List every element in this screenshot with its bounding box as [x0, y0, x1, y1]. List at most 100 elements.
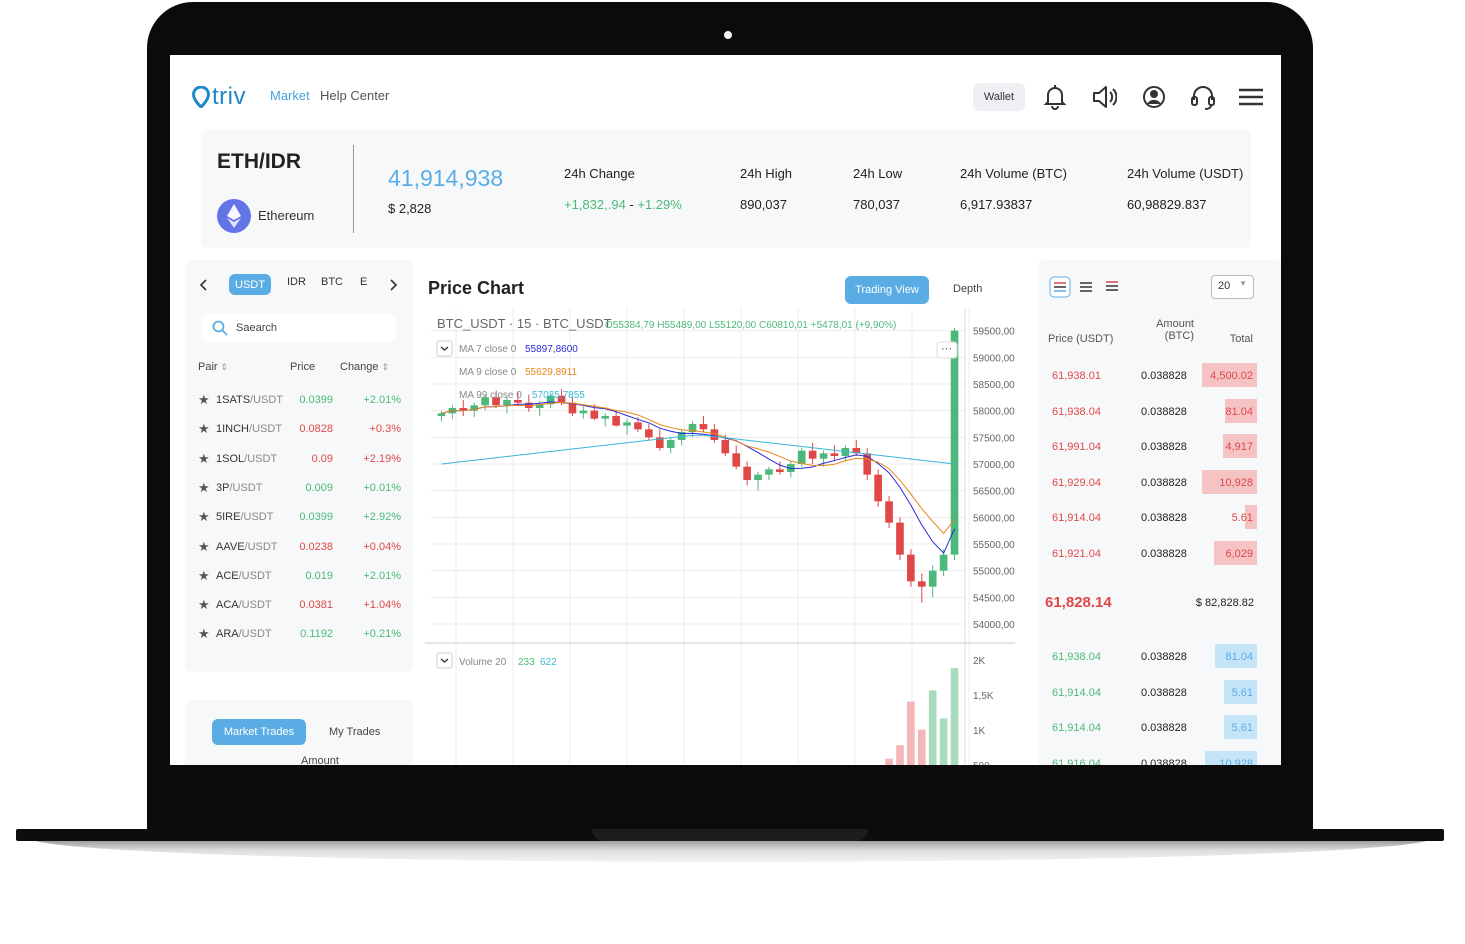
- chevron-left-icon[interactable]: [199, 278, 209, 292]
- orderbook-view-both-icon[interactable]: [1049, 276, 1071, 298]
- star-icon[interactable]: ★: [198, 597, 210, 613]
- ob-buy-row[interactable]: 61,914.04 0.038828 5.61: [1038, 715, 1281, 741]
- volume-bar: [950, 668, 959, 765]
- sort-icon: ⇕: [381, 362, 390, 372]
- market-row[interactable]: ★ ACE/USDT 0.019 +2.01%: [185, 564, 413, 593]
- depth-button[interactable]: Depth: [953, 283, 982, 295]
- depth-select[interactable]: 20 ▼: [1211, 275, 1254, 299]
- market-price: 0.09: [311, 452, 333, 465]
- market-change: +2.19%: [363, 452, 401, 465]
- candlestick-chart[interactable]: 59500,00 59000,00 58500,00 58000,00 57500,00…: [425, 308, 1025, 765]
- pair-base: 1INCH: [216, 423, 250, 436]
- market-price: 0.0238: [299, 540, 333, 553]
- coin-name: Ethereum: [258, 208, 315, 223]
- chart-title: Price Chart: [428, 278, 525, 298]
- orderbook-view-sell-icon[interactable]: [1104, 278, 1120, 296]
- market-row[interactable]: ★ 1SOL/USDT 0.09 +2.19%: [185, 447, 413, 476]
- star-icon[interactable]: ★: [198, 509, 210, 525]
- header-change[interactable]: Change ⇕: [340, 361, 389, 373]
- laptop-notch: [592, 829, 868, 841]
- ob-buy-row[interactable]: 61,914.04 0.038828 5.61: [1038, 679, 1281, 706]
- star-icon[interactable]: ★: [198, 568, 210, 584]
- market-pair: 1SATS/USDT: [216, 394, 283, 406]
- trading-view-button[interactable]: Trading View: [845, 276, 929, 304]
- market-row[interactable]: ★ ACA/USDT 0.0381 +1.04%: [185, 593, 413, 622]
- market-row[interactable]: ★ ARA/USDT 0.1192 +0.21%: [185, 622, 413, 651]
- ob-amount: 0.038828: [1141, 547, 1187, 560]
- logo[interactable]: triv: [192, 83, 246, 111]
- market-row[interactable]: ★ 3P/USDT 0.009 +0.01%: [185, 476, 413, 505]
- ob-sell-row[interactable]: 61,938.04 0.038828 81.04: [1038, 398, 1281, 425]
- price-axis-label: 56000,00: [973, 513, 1015, 524]
- bell-icon[interactable]: [1042, 83, 1068, 111]
- price-axis-label: 57500,00: [973, 433, 1015, 444]
- ob-sell-row[interactable]: 61,929.04 0.038828 10,928: [1038, 469, 1281, 496]
- market-row[interactable]: ★ 1SATS/USDT 0.0399 +2.01%: [185, 388, 413, 417]
- ma-line: [441, 401, 955, 535]
- tab-my-trades[interactable]: My Trades: [329, 726, 380, 738]
- price-axis-label: 59500,00: [973, 327, 1015, 338]
- star-icon[interactable]: ★: [198, 451, 210, 467]
- price-axis-label: 55500,00: [973, 540, 1015, 551]
- market-row[interactable]: ★ AAVE/USDT 0.0238 +0.04%: [185, 535, 413, 564]
- ob-total: 81.04: [1225, 405, 1253, 418]
- candle-body: [699, 424, 708, 430]
- market-tab-e[interactable]: E: [360, 276, 367, 288]
- market-tab-usdt[interactable]: USDT: [229, 274, 271, 295]
- candle-body: [623, 422, 631, 426]
- volume-bar: [896, 745, 904, 765]
- orderbook-view-buy-icon[interactable]: [1078, 278, 1094, 296]
- pair-base: 1SATS: [216, 394, 251, 406]
- star-icon[interactable]: ★: [198, 480, 210, 496]
- ob-price: 61,914.04: [1052, 512, 1101, 524]
- star-icon[interactable]: ★: [198, 626, 210, 642]
- price-axis-label: 58000,00: [973, 407, 1015, 418]
- trades-panel: Market Trades My Trades Amount: [185, 700, 413, 765]
- logo-pin-icon: [192, 86, 210, 108]
- ob-total: 5.61: [1231, 686, 1253, 699]
- tab-market-trades[interactable]: Market Trades: [212, 719, 306, 745]
- ob-sell-row[interactable]: 61,921.04 0.038828 6,029: [1038, 540, 1281, 567]
- market-tab-idr[interactable]: IDR: [287, 276, 306, 288]
- ob-sell-row[interactable]: 61,938.01 0.038828 4,500.02: [1038, 363, 1281, 389]
- star-icon[interactable]: ★: [198, 421, 210, 437]
- candle-body: [939, 554, 948, 571]
- price-axis-label: 59000,00: [973, 353, 1015, 364]
- user-icon[interactable]: [1141, 83, 1167, 111]
- market-change: +2.92%: [363, 511, 401, 524]
- ob-total: 5.61: [1231, 722, 1253, 734]
- star-icon[interactable]: ★: [198, 539, 210, 555]
- market-row[interactable]: ★ 5IRE/USDT 0.0399 +2.92%: [185, 505, 413, 534]
- price-axis-label: 54500,00: [973, 593, 1015, 604]
- menu-icon[interactable]: [1238, 83, 1264, 111]
- volume-collapse-button: [436, 652, 453, 669]
- search-input[interactable]: Saearch: [202, 314, 396, 342]
- ob-amount: 0.038828: [1141, 686, 1187, 699]
- speaker-icon[interactable]: [1091, 83, 1117, 111]
- divider: [353, 145, 354, 233]
- header-price[interactable]: Price: [290, 361, 315, 373]
- pair-quote: /USDT: [244, 452, 278, 465]
- header-change-label: Change: [340, 361, 379, 373]
- ob-price: 61,914.04: [1052, 686, 1101, 699]
- market-pair: AAVE/USDT: [216, 541, 278, 553]
- ob-buy-row[interactable]: 61,938.04 0.038828 81.04: [1038, 644, 1281, 670]
- market-row[interactable]: ★ 1INCH/USDT 0.0828 +0.3%: [185, 417, 413, 446]
- star-icon[interactable]: ★: [198, 392, 210, 408]
- ma-value: 55629,8911: [525, 367, 578, 378]
- nav-help-center[interactable]: Help Center: [320, 88, 389, 103]
- wallet-button[interactable]: Wallet: [973, 83, 1025, 111]
- chevron-right-icon[interactable]: [388, 278, 398, 292]
- ob-buy-row[interactable]: 61,916.04 0.038828 10,928: [1038, 750, 1281, 765]
- stat-24h-change-value: +1,832,.94 - +1.29%: [564, 197, 682, 212]
- header-pair[interactable]: Pair ⇕: [198, 361, 228, 373]
- candle-body: [590, 410, 599, 419]
- market-tab-btc[interactable]: BTC: [321, 276, 343, 288]
- depth-select-value: 20: [1218, 280, 1231, 292]
- market-price: 0.009: [305, 481, 333, 494]
- nav-market[interactable]: Market: [270, 88, 310, 103]
- ob-sell-row[interactable]: 61,991.04 0.038828 4,917: [1038, 434, 1281, 460]
- stat-24h-low-value: 780,037: [853, 197, 900, 212]
- headset-icon[interactable]: [1190, 83, 1216, 111]
- ob-sell-row[interactable]: 61,914.04 0.038828 5.61: [1038, 505, 1281, 531]
